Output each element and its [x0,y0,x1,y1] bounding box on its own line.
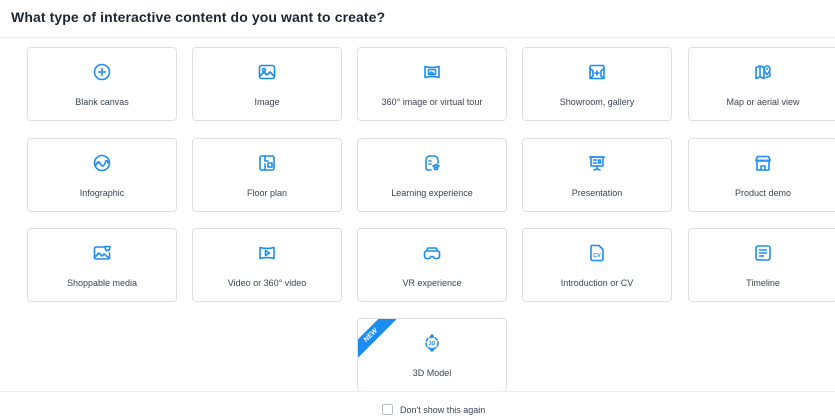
option-label: 3D Model [412,368,452,378]
option-video[interactable]: Video or 360° video [192,228,342,302]
option-label: Blank canvas [75,97,129,107]
learning-icon [422,153,442,173]
plus-circle-icon [92,62,112,82]
map-pin-icon [753,62,773,82]
dont-show-again-label: Don't show this again [400,404,486,415]
option-label: Infographic [79,188,125,198]
option-image[interactable]: Image [192,47,342,121]
new-badge-label: NEW [358,319,397,362]
option-learning[interactable]: Learning experience [357,138,507,212]
option-label: Introduction or CV [560,278,634,288]
panorama-icon [422,62,442,82]
store-icon [753,153,773,173]
infographic-icon [92,153,112,173]
option-label: Floor plan [246,188,288,198]
option-label: Map or aerial view [726,97,800,107]
option-blank-canvas[interactable]: Blank canvas [27,47,177,121]
option-360-image[interactable]: 360° image or virtual tour [357,47,507,121]
floor-plan-icon [257,153,277,173]
option-product-demo[interactable]: Product demo [688,138,835,212]
option-shoppable-media[interactable]: Shoppable media [27,228,177,302]
vr-headset-icon [422,243,442,263]
image-icon [257,62,277,82]
option-label: 360° image or virtual tour [381,97,483,107]
showroom-icon [587,62,607,82]
video-icon [257,243,277,263]
option-presentation[interactable]: Presentation [522,138,672,212]
option-label: Image [254,97,280,107]
svg-text:3D: 3D [429,341,436,347]
divider [0,37,835,38]
3d-model-icon: 3D [422,333,442,353]
divider [0,391,835,392]
option-timeline[interactable]: Timeline [688,228,835,302]
option-introduction-cv[interactable]: CV Introduction or CV [522,228,672,302]
dont-show-again[interactable]: Don't show this again [382,404,485,415]
dont-show-again-checkbox[interactable] [382,404,393,415]
shoppable-media-icon [92,243,112,263]
option-label: Product demo [734,188,792,198]
dialog-title: What type of interactive content do you … [11,9,386,25]
cv-document-icon: CV [587,243,607,263]
option-showroom[interactable]: Showroom, gallery [522,47,672,121]
option-label: VR experience [402,278,462,288]
svg-text:CV: CV [593,253,601,259]
option-label: Presentation [571,188,623,198]
option-infographic[interactable]: Infographic [27,138,177,212]
option-vr-experience[interactable]: VR experience [357,228,507,302]
new-badge: NEW [358,319,402,363]
option-label: Video or 360° video [227,278,307,288]
option-3d-model[interactable]: NEW 3D 3D Model [357,318,507,392]
option-map[interactable]: Map or aerial view [688,47,835,121]
option-label: Showroom, gallery [559,97,635,107]
option-label: Timeline [746,278,780,288]
option-label: Learning experience [391,188,473,198]
option-floor-plan[interactable]: Floor plan [192,138,342,212]
timeline-icon [753,243,773,263]
option-label: Shoppable media [66,278,138,288]
presentation-icon [587,153,607,173]
